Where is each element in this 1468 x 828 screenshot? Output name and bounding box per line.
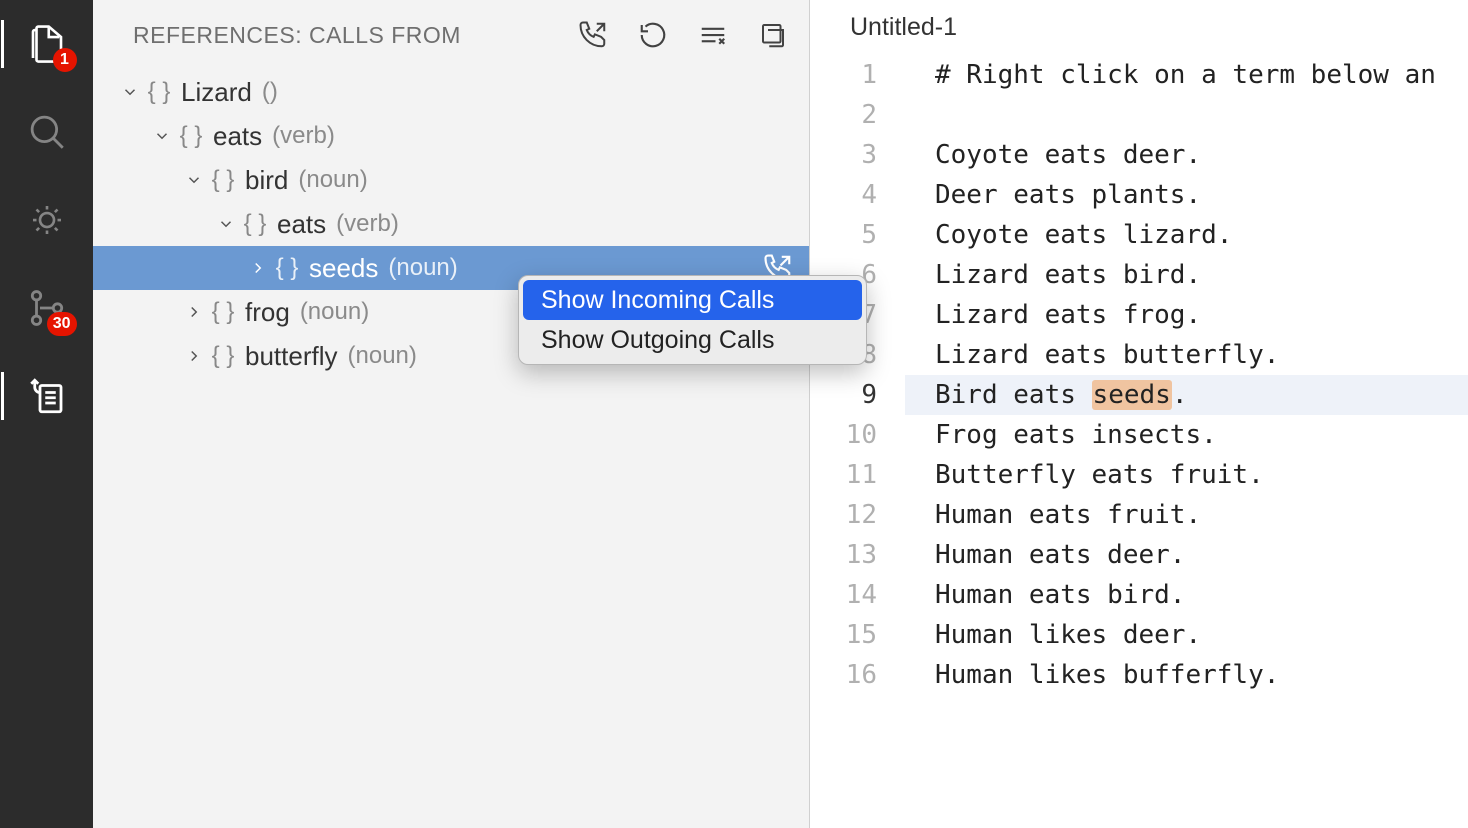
code-line[interactable] <box>905 95 1468 135</box>
line-number: 11 <box>810 455 877 495</box>
tree-row[interactable]: { }bird (noun) <box>93 158 809 202</box>
code-line[interactable]: Lizard eats butterfly. <box>905 335 1468 375</box>
activity-bar: 1 30 <box>0 0 93 828</box>
editor-tabs: Untitled-1 <box>810 0 1468 55</box>
refresh-icon[interactable] <box>635 17 671 53</box>
tree-node-type: (noun) <box>298 166 367 194</box>
chevron-down-icon[interactable] <box>149 123 175 149</box>
line-number: 2 <box>810 95 877 135</box>
code-line[interactable]: Frog eats insects. <box>905 415 1468 455</box>
line-number: 3 <box>810 135 877 175</box>
context-menu-item[interactable]: Show Incoming Calls <box>523 280 862 320</box>
code-line[interactable]: Human eats fruit. <box>905 495 1468 535</box>
code-line[interactable]: Human likes bufferfly. <box>905 655 1468 695</box>
code-line[interactable]: Coyote eats lizard. <box>905 215 1468 255</box>
explorer-badge: 1 <box>53 48 77 72</box>
line-number: 15 <box>810 615 877 655</box>
tree-node-label: eats <box>213 121 262 152</box>
tree-node-type: (noun) <box>388 254 457 282</box>
tree-row[interactable]: { }eats (verb) <box>93 202 809 246</box>
context-menu: Show Incoming CallsShow Outgoing Calls <box>518 275 867 365</box>
explorer-icon[interactable]: 1 <box>23 20 71 68</box>
tree-node-label: bird <box>245 165 288 196</box>
tree-node-type: (noun) <box>348 342 417 370</box>
code-line[interactable]: Deer eats plants. <box>905 175 1468 215</box>
code-line[interactable]: Human likes deer. <box>905 615 1468 655</box>
debug-icon[interactable] <box>23 196 71 244</box>
code-line[interactable]: Bird eats seeds. <box>905 375 1468 415</box>
editor-body[interactable]: 12345678910111213141516 # Right click on… <box>810 55 1468 828</box>
tree-node-label: frog <box>245 297 290 328</box>
code-line[interactable]: Coyote eats deer. <box>905 135 1468 175</box>
code-line[interactable]: Lizard eats frog. <box>905 295 1468 335</box>
references-panel: REFERENCES: CALLS FROM { }Lizard(){ }eat… <box>93 0 810 828</box>
collapse-icon[interactable] <box>755 17 791 53</box>
line-number: 16 <box>810 655 877 695</box>
context-menu-item[interactable]: Show Outgoing Calls <box>523 320 862 360</box>
references-title: REFERENCES: CALLS FROM <box>133 22 575 49</box>
editor-tab[interactable]: Untitled-1 <box>850 13 957 42</box>
references-header: REFERENCES: CALLS FROM <box>93 0 809 70</box>
symbol-icon: { } <box>207 166 239 194</box>
tree-node-type: (noun) <box>300 298 369 326</box>
symbol-icon: { } <box>239 210 271 238</box>
chevron-right-icon[interactable] <box>245 255 271 281</box>
symbol-icon: { } <box>207 342 239 370</box>
chevron-down-icon[interactable] <box>181 167 207 193</box>
incoming-calls-icon[interactable] <box>575 17 611 53</box>
tree-node-label: Lizard <box>181 77 252 108</box>
source-control-icon[interactable]: 30 <box>23 284 71 332</box>
chevron-right-icon[interactable] <box>181 299 207 325</box>
highlighted-word: seeds <box>1092 380 1172 410</box>
tree-node-type: () <box>262 78 278 106</box>
code-line[interactable]: # Right click on a term below an <box>905 55 1468 95</box>
symbol-icon: { } <box>271 254 303 282</box>
line-number-gutter: 12345678910111213141516 <box>810 55 905 828</box>
code-line[interactable]: Human eats bird. <box>905 575 1468 615</box>
line-number: 10 <box>810 415 877 455</box>
line-number: 14 <box>810 575 877 615</box>
symbol-icon: { } <box>175 122 207 150</box>
code-line[interactable]: Lizard eats bird. <box>905 255 1468 295</box>
tree-node-type: (verb) <box>336 210 399 238</box>
line-number: 5 <box>810 215 877 255</box>
code-line[interactable]: Human eats deer. <box>905 535 1468 575</box>
tree-node-label: butterfly <box>245 341 338 372</box>
line-number: 9 <box>810 375 877 415</box>
scm-badge: 30 <box>47 312 77 336</box>
line-number: 13 <box>810 535 877 575</box>
chevron-down-icon[interactable] <box>213 211 239 237</box>
line-number: 1 <box>810 55 877 95</box>
symbol-icon: { } <box>143 78 175 106</box>
tree-row[interactable]: { }eats (verb) <box>93 114 809 158</box>
references-actions <box>575 17 791 53</box>
clear-icon[interactable] <box>695 17 731 53</box>
tree-row[interactable]: { }Lizard () <box>93 70 809 114</box>
code-area[interactable]: # Right click on a term below an Coyote e… <box>905 55 1468 828</box>
line-number: 12 <box>810 495 877 535</box>
code-line[interactable]: Butterfly eats fruit. <box>905 455 1468 495</box>
tree-node-label: eats <box>277 209 326 240</box>
symbol-icon: { } <box>207 298 239 326</box>
line-number: 4 <box>810 175 877 215</box>
tree-node-type: (verb) <box>272 122 335 150</box>
chevron-down-icon[interactable] <box>117 79 143 105</box>
search-icon[interactable] <box>23 108 71 156</box>
editor: Untitled-1 12345678910111213141516 # Rig… <box>810 0 1468 828</box>
references-icon[interactable] <box>23 372 71 420</box>
tree-node-label: seeds <box>309 253 378 284</box>
chevron-right-icon[interactable] <box>181 343 207 369</box>
